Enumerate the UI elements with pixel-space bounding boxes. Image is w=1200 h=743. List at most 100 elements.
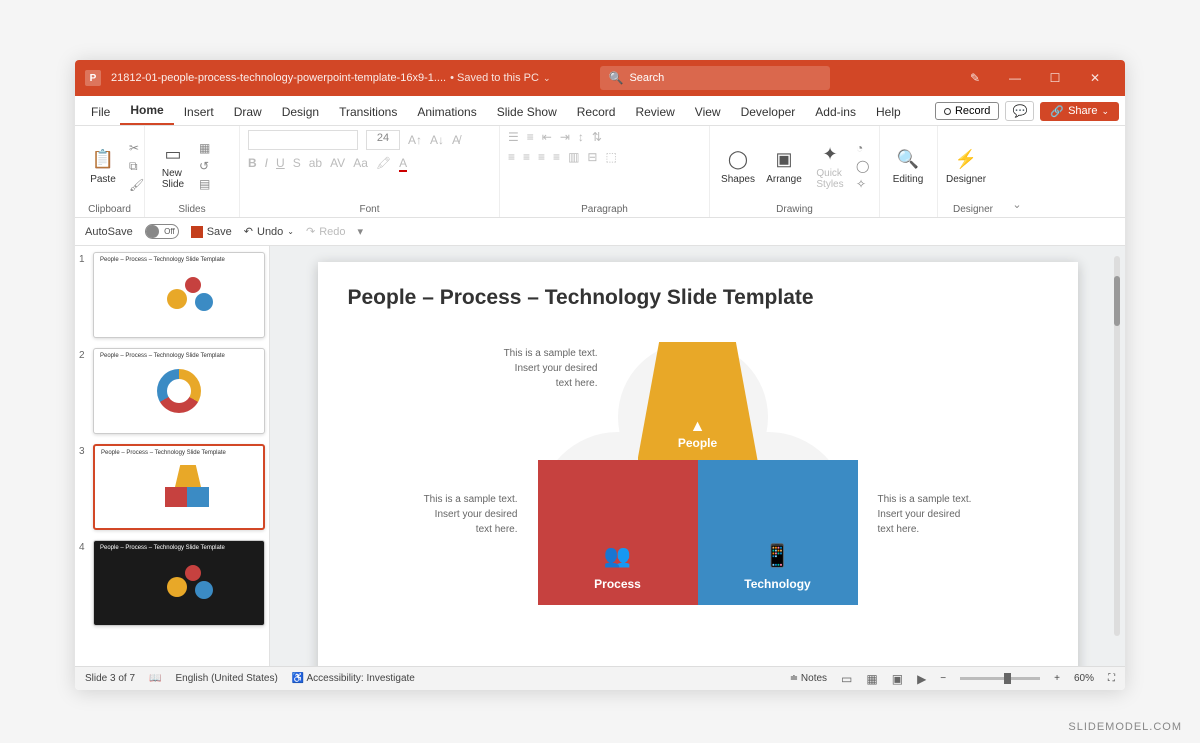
sorter-view-button[interactable]: ▦ — [866, 672, 877, 686]
maximize-button[interactable]: ☐ — [1035, 71, 1075, 85]
shapes-button[interactable]: ◯Shapes — [718, 148, 758, 185]
zoom-in-button[interactable]: + — [1054, 673, 1060, 684]
tab-review[interactable]: Review — [625, 99, 684, 125]
indent-more-button[interactable]: ⇥ — [560, 130, 570, 144]
undo-button[interactable]: ↶Undo⌄ — [244, 225, 294, 238]
reading-view-button[interactable]: ▣ — [892, 672, 903, 686]
bullets-button[interactable]: ☰ — [508, 130, 519, 144]
tab-transitions[interactable]: Transitions — [329, 99, 407, 125]
tab-developer[interactable]: Developer — [731, 99, 806, 125]
char-spacing-button[interactable]: AV — [330, 156, 345, 170]
align-text-button[interactable]: ⊟ — [587, 150, 597, 164]
text-direction-button[interactable]: ⇅ — [592, 130, 602, 144]
strike-button[interactable]: S — [293, 156, 301, 170]
quick-styles-button[interactable]: ✦Quick Styles — [810, 142, 850, 190]
fit-to-window-button[interactable]: ⛶ — [1108, 673, 1115, 684]
search-box[interactable]: 🔍 Search — [600, 66, 830, 90]
align-left-button[interactable]: ≡ — [508, 150, 515, 164]
title-dropdown-icon[interactable]: ⌄ — [543, 73, 551, 84]
record-button[interactable]: Record — [935, 102, 999, 120]
slide-thumbnail-4[interactable]: People – Process – Technology Slide Temp… — [93, 540, 265, 626]
collapse-ribbon-button[interactable]: ⌄ — [1008, 126, 1026, 217]
smartart-button[interactable]: ⬚ — [605, 150, 616, 164]
spellcheck-icon[interactable]: 📖 — [149, 673, 161, 684]
share-button[interactable]: 🔗Share⌄ — [1040, 102, 1119, 121]
cut-icon[interactable]: ✂ — [129, 141, 144, 155]
save-button[interactable]: Save — [191, 226, 232, 238]
process-shape[interactable]: 👥 Process — [538, 460, 698, 605]
thumbnail-panel[interactable]: 1People – Process – Technology Slide Tem… — [75, 246, 270, 666]
language-button[interactable]: English (United States) — [176, 673, 278, 684]
tab-animations[interactable]: Animations — [407, 99, 486, 125]
slide[interactable]: People – Process – Technology Slide Temp… — [318, 262, 1078, 666]
layout-icon[interactable]: ▦ — [199, 141, 210, 155]
quick-access-toolbar: AutoSave Off Save ↶Undo⌄ ↷Redo ▾ — [75, 218, 1125, 246]
underline-button[interactable]: U — [276, 156, 285, 170]
designer-button[interactable]: ⚡Designer — [946, 148, 986, 185]
autosave-toggle[interactable]: Off — [145, 224, 179, 239]
designer-icon: ⚡ — [954, 148, 978, 172]
change-case-button[interactable]: Aa — [353, 156, 368, 170]
align-right-button[interactable]: ≡ — [538, 150, 545, 164]
font-color-button[interactable]: A — [399, 156, 407, 170]
copy-icon[interactable]: ⧉ — [129, 159, 144, 174]
tab-view[interactable]: View — [685, 99, 731, 125]
align-center-button[interactable]: ≡ — [523, 150, 530, 164]
highlight-button[interactable]: 🖍 — [376, 156, 391, 170]
section-icon[interactable]: ▤ — [199, 177, 210, 191]
slideshow-view-button[interactable]: ▶ — [917, 672, 926, 686]
comments-button[interactable]: 💬 — [1005, 101, 1034, 121]
shadow-button[interactable]: ab — [309, 156, 322, 170]
zoom-slider[interactable] — [960, 677, 1040, 680]
notes-button[interactable]: ≐ Notes — [790, 673, 827, 684]
decrease-font-icon[interactable]: A↓ — [430, 133, 444, 147]
font-size-select[interactable]: 24 — [366, 130, 400, 150]
shape-effects-icon[interactable]: ✧ — [856, 177, 869, 191]
editing-icon: 🔍 — [896, 148, 920, 172]
slide-canvas-area[interactable]: People – Process – Technology Slide Temp… — [270, 246, 1125, 666]
zoom-out-button[interactable]: − — [940, 673, 946, 684]
tab-draw[interactable]: Draw — [224, 99, 272, 125]
shape-fill-icon[interactable]: ◔ — [856, 141, 869, 155]
tab-help[interactable]: Help — [866, 99, 911, 125]
tab-slideshow[interactable]: Slide Show — [487, 99, 567, 125]
indent-less-button[interactable]: ⇤ — [542, 130, 552, 144]
clear-format-icon[interactable]: A̸ — [452, 133, 460, 147]
tab-file[interactable]: File — [81, 99, 120, 125]
columns-button[interactable]: ▥ — [568, 150, 579, 164]
numbering-button[interactable]: ≡ — [527, 130, 534, 144]
increase-font-icon[interactable]: A↑ — [408, 133, 422, 147]
zoom-value[interactable]: 60% — [1074, 673, 1094, 684]
slide-thumbnail-2[interactable]: People – Process – Technology Slide Temp… — [93, 348, 265, 434]
redo-button[interactable]: ↷Redo — [306, 225, 346, 238]
line-spacing-button[interactable]: ↕ — [578, 130, 584, 144]
pen-mode-icon[interactable]: ✎ — [955, 71, 995, 85]
technology-shape[interactable]: 📱 Technology — [698, 460, 858, 605]
minimize-button[interactable]: — — [995, 71, 1035, 85]
new-slide-button[interactable]: ▭New Slide — [153, 142, 193, 190]
italic-button[interactable]: I — [265, 156, 268, 170]
accessibility-button[interactable]: ♿ Accessibility: Investigate — [292, 673, 415, 684]
vertical-scrollbar[interactable] — [1111, 256, 1123, 636]
bold-button[interactable]: B — [248, 156, 257, 170]
close-button[interactable]: ✕ — [1075, 71, 1115, 85]
editing-button[interactable]: 🔍Editing — [888, 148, 928, 185]
justify-button[interactable]: ≡ — [553, 150, 560, 164]
shape-outline-icon[interactable]: ◯ — [856, 159, 869, 173]
slide-counter[interactable]: Slide 3 of 7 — [85, 673, 135, 684]
tab-insert[interactable]: Insert — [174, 99, 224, 125]
font-family-select[interactable] — [248, 130, 358, 150]
tab-design[interactable]: Design — [272, 99, 329, 125]
tab-home[interactable]: Home — [120, 97, 173, 125]
slide-thumbnail-3[interactable]: People – Process – Technology Slide Temp… — [93, 444, 265, 530]
paste-button[interactable]: 📋Paste — [83, 148, 123, 185]
qat-customize-button[interactable]: ▾ — [358, 225, 364, 238]
slide-thumbnail-1[interactable]: People – Process – Technology Slide Temp… — [93, 252, 265, 338]
tab-record[interactable]: Record — [567, 99, 626, 125]
normal-view-button[interactable]: ▭ — [841, 672, 852, 686]
format-painter-icon[interactable]: 🖌 — [129, 178, 144, 192]
chevron-down-icon: ⌄ — [1101, 106, 1109, 117]
reset-icon[interactable]: ↺ — [199, 159, 210, 173]
arrange-button[interactable]: ▣Arrange — [764, 148, 804, 185]
tab-addins[interactable]: Add-ins — [805, 99, 866, 125]
